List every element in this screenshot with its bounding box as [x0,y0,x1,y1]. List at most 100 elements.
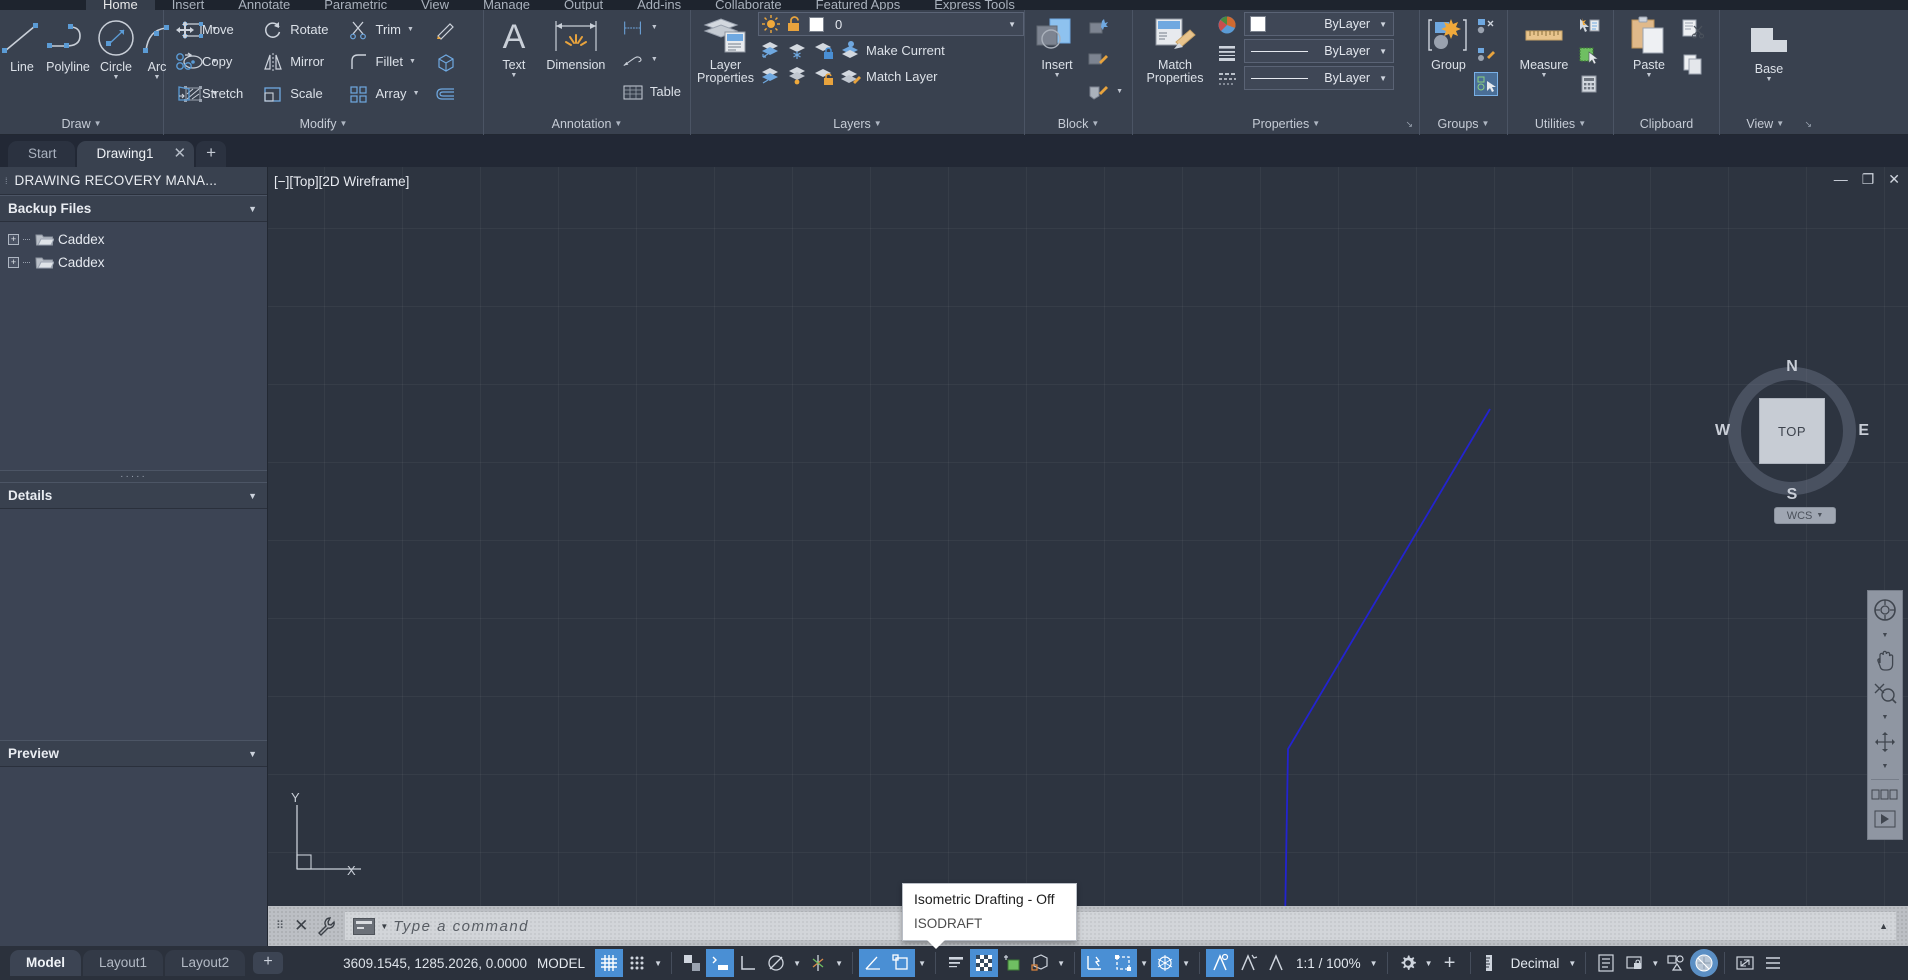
play-icon[interactable] [1874,810,1896,828]
model-space-label[interactable]: MODEL [527,956,595,971]
3d-solid-tool[interactable] [431,46,461,77]
table-tool[interactable]: Table [618,76,684,107]
command-history-icon[interactable]: ▲ [1879,921,1888,931]
panel-title-draw[interactable]: Draw ▼ [0,114,163,135]
close-icon[interactable]: ✕ [174,141,187,167]
osnap-dropdown[interactable]: ▼ [915,949,929,977]
mirror-tool[interactable]: Mirror [258,46,331,77]
quick-properties-icon[interactable] [1592,949,1620,977]
annotation-scale-dropdown[interactable]: ▼ [1367,949,1381,977]
new-drawing-button[interactable]: + [196,141,227,167]
panel-title-layers[interactable]: Layers ▼ [691,114,1024,135]
match-layer-icon[interactable] [839,64,863,88]
copy-clip-tool[interactable] [1678,47,1708,81]
ribbon-tab-insert[interactable]: Insert [155,0,222,10]
dynamic-input-toggle[interactable] [706,949,735,977]
zoom-extents-icon[interactable] [1873,681,1897,705]
palette-splitter-1[interactable]: ····· [0,470,267,482]
polyline-tool[interactable]: Polyline [42,14,94,74]
showmotion-icon[interactable] [1871,789,1899,801]
base-tool[interactable]: Base ▼ [1736,16,1802,84]
circle-dropdown[interactable]: ▼ [113,74,120,82]
backup-files-section-header[interactable]: Backup Files ▼ [0,195,267,222]
gear-icon[interactable] [1394,949,1422,977]
close-icon[interactable]: ✕ [294,916,308,936]
file-tab-drawing1[interactable]: Drawing1 ✕ [76,141,195,167]
clean-screen-icon[interactable] [1690,949,1719,977]
minimize-icon[interactable]: — [1834,172,1848,186]
measure-tool[interactable]: Measure ▼ [1514,12,1574,80]
layout-tab-layout2[interactable]: Layout2 [165,950,246,976]
arc-dropdown[interactable]: ▼ [154,74,161,82]
edit-polyline-tool[interactable] [431,14,461,45]
leader-tool[interactable]: ▼ [618,44,684,75]
cut-tool[interactable] [1678,12,1708,46]
stretch-tool[interactable]: Stretch [170,78,246,109]
pan-hand-icon[interactable] [1873,648,1897,672]
make-current-label[interactable]: Make Current [866,43,945,58]
layer-thaw-icon[interactable] [785,64,809,88]
color-combo[interactable]: ByLayer ▼ [1244,12,1394,36]
customization-menu-icon[interactable] [1759,949,1787,977]
quick-calc-select-tool[interactable] [1574,41,1604,69]
ribbon-tab-strip[interactable]: Home Insert Annotate Parametric View Man… [0,0,1908,10]
grid-display-toggle[interactable] [595,949,624,977]
panel-title-utilities[interactable]: Utilities ▼ [1508,114,1613,135]
annotation-scale-icon-btn[interactable] [1262,949,1290,977]
text-tool[interactable]: A Text ▼ [490,12,538,80]
polar-dropdown[interactable]: ▼ [790,949,804,977]
palette-title-bar[interactable]: ⁞ DRAWING RECOVERY MANA... [0,167,267,195]
ribbon-tab-parametric[interactable]: Parametric [307,0,404,10]
chevron-down-icon[interactable]: ▼ [1379,47,1391,56]
panel-title-modify[interactable]: Modify ▼ [164,114,483,135]
gizmo-toggle[interactable] [1151,949,1180,977]
new-layout-button[interactable]: + [253,952,284,974]
units-icon[interactable] [1477,949,1505,977]
ribbon-tab-home[interactable]: Home [86,0,155,10]
command-input[interactable]: Type a command [393,918,529,935]
tree-item-caddex-2[interactable]: + Caddex [4,251,267,274]
view-cube-north[interactable]: N [1786,358,1798,376]
preview-section-header[interactable]: Preview ▼ [0,740,267,767]
chevron-down-icon[interactable]: ▼ [248,204,257,214]
expand-icon[interactable]: + [8,257,19,268]
autoscale-toggle[interactable] [1234,949,1262,977]
view-cube-west[interactable]: W [1715,422,1730,440]
view-cube[interactable]: TOP N S E W [1715,358,1869,503]
object-snap-tracking-toggle[interactable] [859,949,888,977]
base-dropdown[interactable]: ▼ [1766,76,1773,84]
fillet-dropdown[interactable]: ▼ [409,58,416,65]
file-tab-start[interactable]: Start [8,141,75,167]
circle-tool[interactable]: Circle ▼ [94,14,138,82]
ribbon-tab-view[interactable]: View [404,0,466,10]
rotate-tool[interactable]: Rotate [258,14,331,45]
lineweight-list-icon[interactable] [1215,40,1239,64]
command-grip-icon[interactable]: ⠿ [276,920,285,931]
trim-tool[interactable]: Trim ▼ [344,14,423,45]
snap-dropdown[interactable]: ▼ [651,949,665,977]
expand-screen-icon[interactable] [1731,949,1759,977]
layer-color-swatch[interactable] [807,14,827,34]
steering-wheel-icon[interactable] [1872,597,1898,623]
layer-freeze-icon[interactable] [785,38,809,62]
group-selection-toggle[interactable] [1471,70,1501,98]
tree-item-caddex-1[interactable]: + Caddex [4,228,267,251]
layer-on-icon[interactable] [761,14,781,34]
wcs-selector[interactable]: WCS ▼ [1774,507,1836,524]
selection-cycling-toggle[interactable] [998,949,1026,977]
copy-tool[interactable]: Copy [170,46,246,77]
lineweight-toggle[interactable] [942,949,970,977]
ribbon-tab-manage[interactable]: Manage [466,0,547,10]
ribbon-tab-collaborate[interactable]: Collaborate [698,0,799,10]
ortho-mode-toggle[interactable] [734,949,762,977]
panel-title-groups[interactable]: Groups ▼ [1420,114,1507,135]
selection-filtering-toggle[interactable] [1109,949,1138,977]
ribbon-tab-express-tools[interactable]: Express Tools [917,0,1032,10]
transparency-toggle[interactable] [970,949,999,977]
isolate-objects-icon[interactable] [1620,949,1648,977]
view-cube-east[interactable]: E [1858,422,1869,440]
view-cube-south[interactable]: S [1787,486,1798,504]
match-properties-tool[interactable]: Match Properties [1139,12,1211,85]
ribbon-tab-featured-apps[interactable]: Featured Apps [799,0,918,10]
layout-tab-model[interactable]: Model [10,950,81,976]
